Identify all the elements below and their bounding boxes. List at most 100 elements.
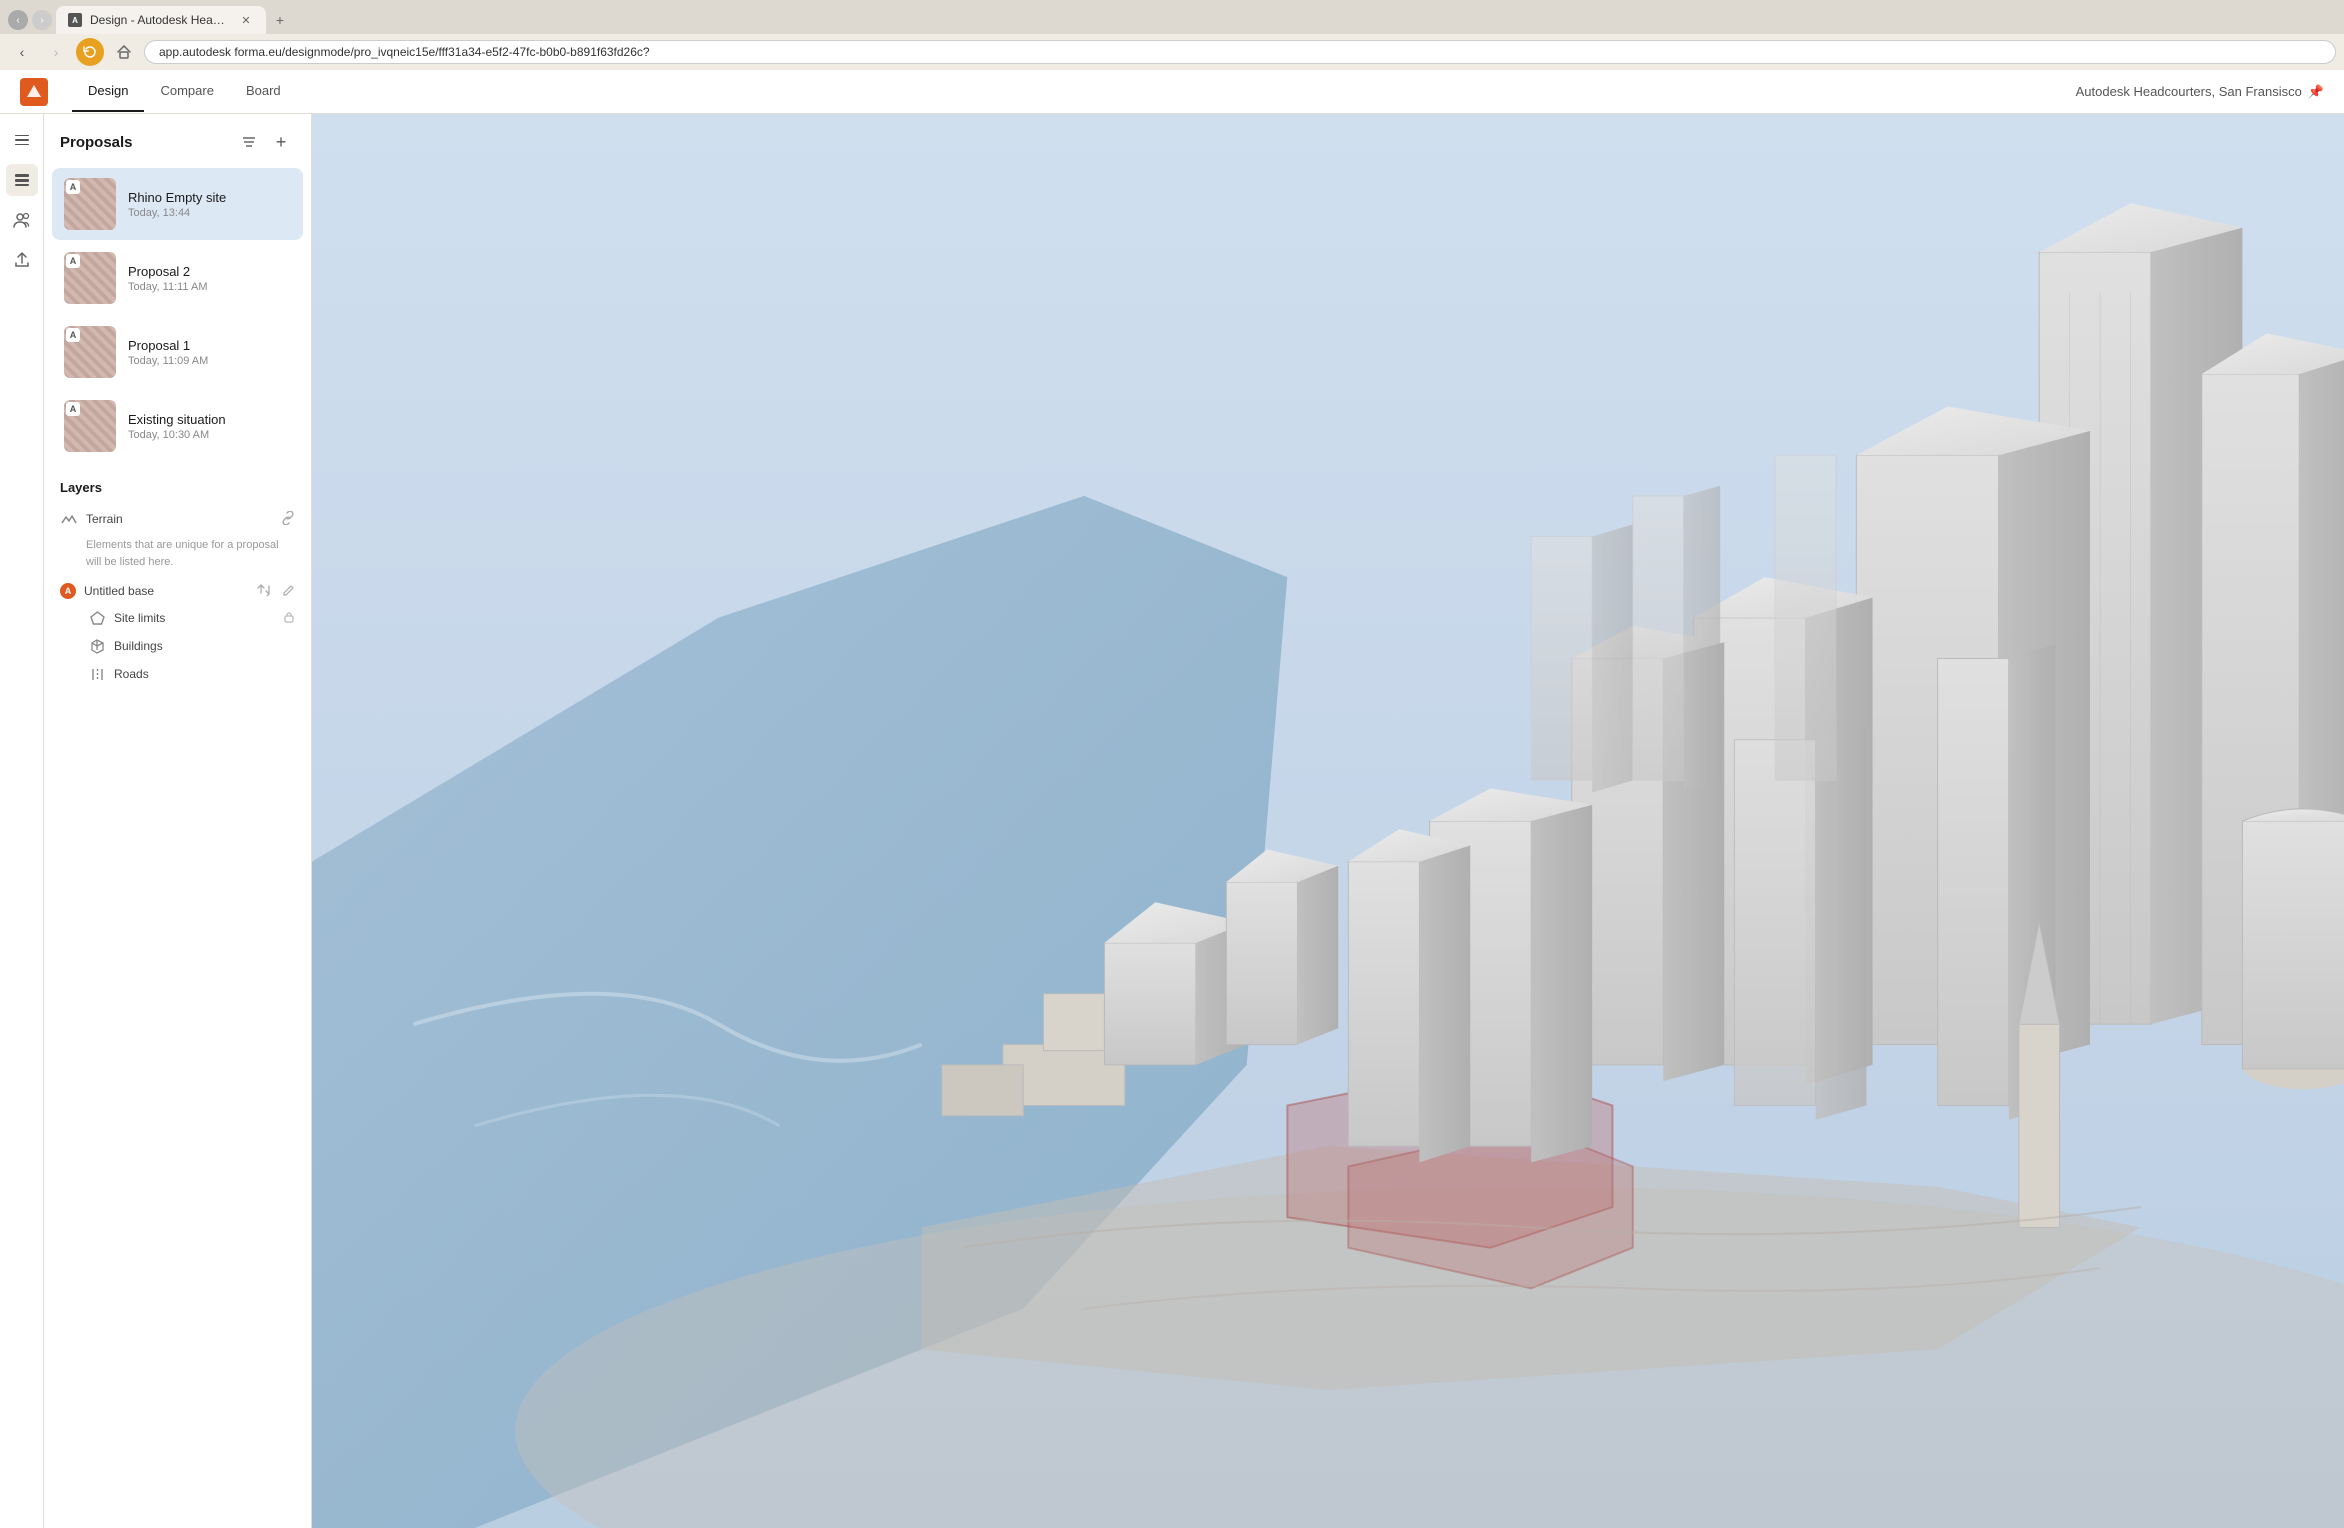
proposal-info-4: Existing situation Today, 10:30 AM	[128, 412, 291, 441]
header-nav: Design Compare Board	[72, 71, 297, 112]
tab-title: Design - Autodesk Headcourte...	[90, 13, 230, 27]
tab-favicon: A	[68, 13, 82, 27]
proposal-name-3: Proposal 1	[128, 338, 291, 353]
layer-hint: Elements that are unique for a proposal …	[60, 533, 295, 578]
reload-button[interactable]	[76, 38, 104, 66]
proposal-time-4: Today, 10:30 AM	[128, 429, 291, 441]
icon-rail	[0, 114, 44, 1528]
app-header: Design Compare Board Autodesk Headcourte…	[0, 70, 2344, 114]
filter-button[interactable]	[235, 128, 263, 156]
terrain-icon	[60, 510, 78, 528]
proposal-name-1: Rhino Empty site	[128, 190, 291, 205]
proposal-info-1: Rhino Empty site Today, 13:44	[128, 190, 291, 219]
terrain-layer-name: Terrain	[86, 512, 273, 526]
buildings-layer[interactable]: Buildings	[60, 632, 295, 660]
menu-icon-button[interactable]	[6, 124, 38, 156]
city-3d-svg	[312, 114, 2344, 1528]
roads-icon	[88, 665, 106, 683]
lock-icon	[283, 611, 295, 623]
panel-header: Proposals +	[44, 114, 311, 166]
app-logo	[20, 78, 48, 106]
proposal-item-rhino-empty[interactable]: A Rhino Empty site Today, 13:44	[52, 168, 303, 240]
proposal-thumb-1: A	[64, 178, 116, 230]
terrain-layer-icon	[61, 511, 77, 527]
base-label-text: Untitled base	[84, 584, 249, 598]
filter-icon	[242, 135, 256, 149]
base-edit-icon[interactable]	[282, 583, 295, 599]
nav-board[interactable]: Board	[230, 71, 297, 112]
nav-design[interactable]: Design	[72, 71, 144, 112]
browser-chrome: ‹ › A Design - Autodesk Headcourte... ✕ …	[0, 0, 2344, 70]
pentagon-icon	[90, 611, 105, 626]
layers-section: Layers Terrain	[44, 464, 311, 696]
forward-button[interactable]: ›	[42, 38, 70, 66]
layers-icon	[13, 171, 31, 189]
terrain-layer-item[interactable]: Terrain	[60, 505, 295, 533]
base-swap-icon[interactable]	[257, 583, 270, 599]
proposals-panel: Proposals +	[44, 114, 312, 1528]
panel-title: Proposals	[60, 134, 227, 151]
link-icon	[281, 511, 295, 525]
nav-bar: ‹ › app.autodesk forma.eu/designmode/pro…	[0, 34, 2344, 70]
cube-icon	[90, 639, 105, 654]
panel-header-actions: +	[235, 128, 295, 156]
proposal-info-2: Proposal 2 Today, 11:11 AM	[128, 264, 291, 293]
tab-bar: ‹ › A Design - Autodesk Headcourte... ✕ …	[0, 0, 2344, 34]
back-btn[interactable]: ‹	[8, 10, 28, 30]
pin-icon[interactable]: 📌	[2308, 84, 2324, 100]
proposal-info-3: Proposal 1 Today, 11:09 AM	[128, 338, 291, 367]
roads-layer[interactable]: Roads	[60, 660, 295, 688]
roads-layer-icon	[90, 667, 105, 682]
proposal-name-2: Proposal 2	[128, 264, 291, 279]
layers-title: Layers	[60, 480, 295, 495]
swap-icon	[257, 583, 270, 596]
address-bar[interactable]: app.autodesk forma.eu/designmode/pro_ivq…	[144, 40, 2336, 64]
buildings-name: Buildings	[114, 639, 295, 653]
site-limits-icon	[88, 609, 106, 627]
tab-close-button[interactable]: ✕	[238, 12, 254, 28]
proposal-item-2[interactable]: A Proposal 2 Today, 11:11 AM	[52, 242, 303, 314]
forward-btn[interactable]: ›	[32, 10, 52, 30]
home-button[interactable]	[110, 38, 138, 66]
project-title-text: Autodesk Headcourters, San Fransisco	[2076, 84, 2302, 99]
project-title-area: Autodesk Headcourters, San Fransisco 📌	[2076, 84, 2324, 100]
app-layout: Design Compare Board Autodesk Headcourte…	[0, 70, 2344, 1528]
share-icon-button[interactable]	[6, 244, 38, 276]
proposal-name-4: Existing situation	[128, 412, 291, 427]
city-scene	[312, 114, 2344, 1528]
people-icon	[13, 211, 31, 229]
layers-icon-button[interactable]	[6, 164, 38, 196]
forma-logo-icon	[25, 83, 43, 101]
proposal-time-2: Today, 11:11 AM	[128, 281, 291, 293]
nav-compare[interactable]: Compare	[144, 71, 229, 112]
untitled-base-item[interactable]: A Untitled base	[60, 578, 295, 604]
viewport[interactable]	[312, 114, 2344, 1528]
proposal-thumb-4: A	[64, 400, 116, 452]
reload-icon	[83, 45, 97, 59]
add-proposal-button[interactable]: +	[267, 128, 295, 156]
url-text: app.autodesk forma.eu/designmode/pro_ivq…	[159, 45, 650, 59]
site-limits-layer[interactable]: Site limits	[60, 604, 295, 632]
hamburger-icon	[15, 135, 29, 146]
site-limits-name: Site limits	[114, 611, 275, 625]
site-limits-lock-icon	[283, 611, 295, 626]
back-button[interactable]: ‹	[8, 38, 36, 66]
app-body: Proposals +	[0, 114, 2344, 1528]
people-icon-button[interactable]	[6, 204, 38, 236]
new-tab-button[interactable]: +	[270, 10, 290, 30]
base-label-icon: A	[60, 583, 76, 599]
proposal-item-existing[interactable]: A Existing situation Today, 10:30 AM	[52, 390, 303, 462]
roads-name: Roads	[114, 667, 295, 681]
proposal-time-3: Today, 11:09 AM	[128, 355, 291, 367]
share-icon	[13, 251, 31, 269]
proposal-thumb-2: A	[64, 252, 116, 304]
buildings-icon	[88, 637, 106, 655]
terrain-link-icon[interactable]	[281, 511, 295, 528]
proposals-list: A Rhino Empty site Today, 13:44 A Propos…	[44, 166, 311, 464]
home-icon	[117, 45, 131, 59]
browser-tab[interactable]: A Design - Autodesk Headcourte... ✕	[56, 6, 266, 34]
proposal-thumb-3: A	[64, 326, 116, 378]
edit-icon	[282, 583, 295, 596]
proposal-item-3[interactable]: A Proposal 1 Today, 11:09 AM	[52, 316, 303, 388]
proposal-time-1: Today, 13:44	[128, 207, 291, 219]
